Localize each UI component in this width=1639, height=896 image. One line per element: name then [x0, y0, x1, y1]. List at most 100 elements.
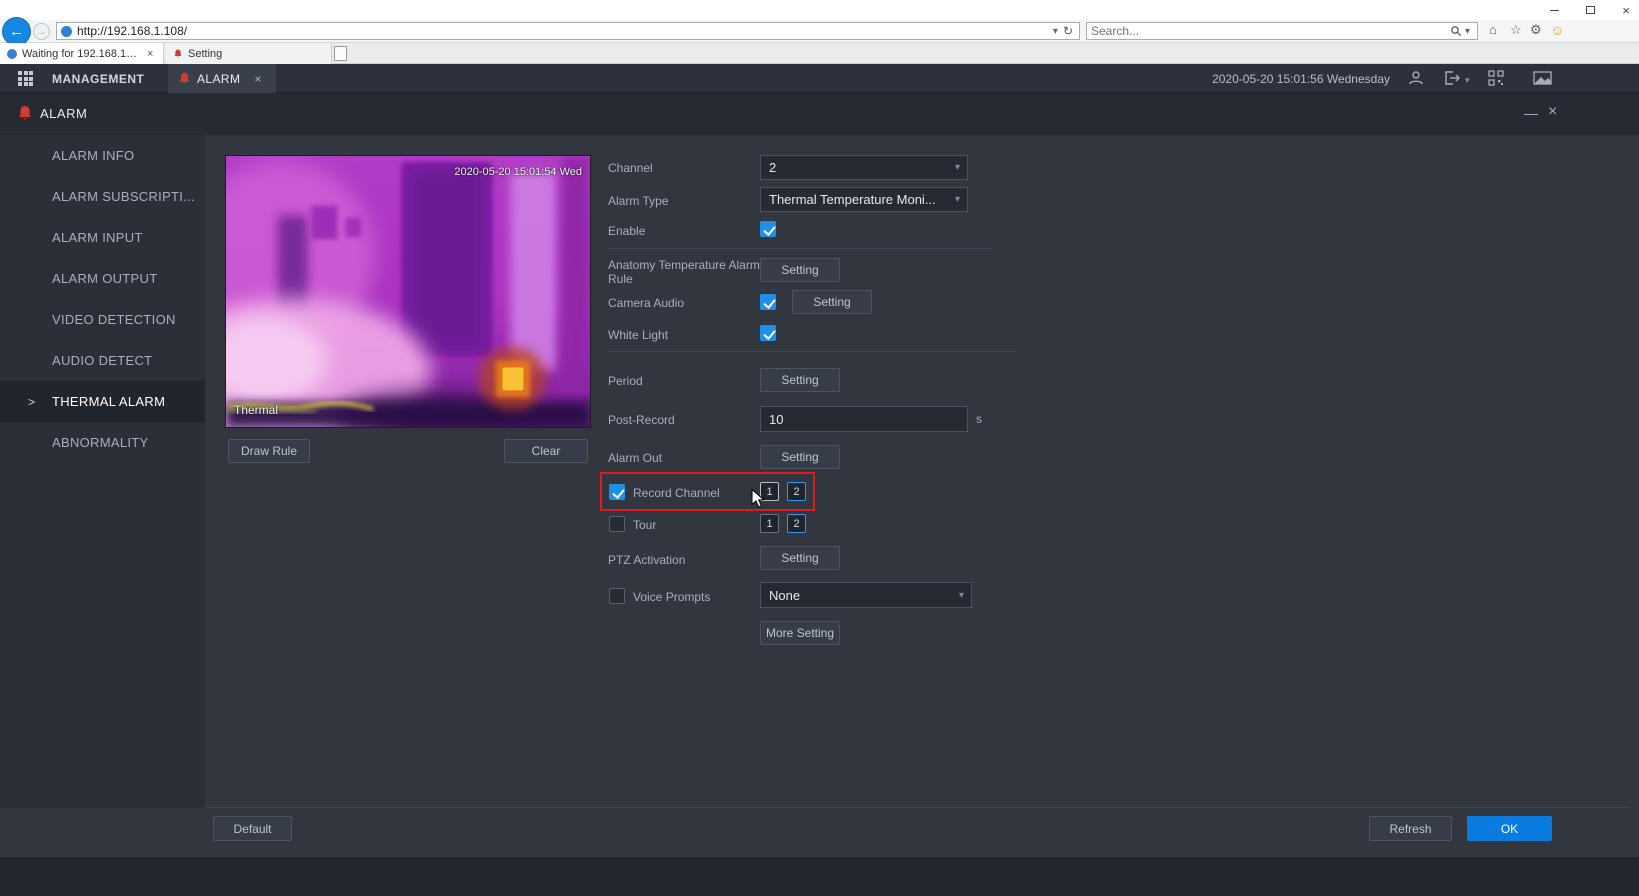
clear-button[interactable]: Clear [504, 439, 588, 463]
sidebar-item-alarm-output[interactable]: ALARM OUTPUT [0, 258, 205, 299]
management-menu[interactable]: MANAGEMENT [52, 72, 144, 86]
window-minimize-button[interactable] [1547, 3, 1561, 17]
post-record-input[interactable] [760, 406, 968, 432]
alarm-window-content: ALARM INFO ALARM SUBSCRIPTI... ALARM INP… [0, 135, 1639, 857]
record-channel-1-button[interactable]: 1 [760, 482, 779, 501]
restore-icon [1586, 6, 1595, 14]
settings-gear-icon[interactable]: ⚙ [1530, 22, 1542, 38]
sidebar: ALARM INFO ALARM SUBSCRIPTI... ALARM INP… [0, 135, 205, 808]
camera-audio-setting-button[interactable]: Setting [792, 290, 872, 314]
search-box[interactable]: ▾ [1086, 22, 1478, 40]
more-setting-button[interactable]: More Setting [760, 621, 840, 645]
alarm-bell-icon [178, 72, 191, 86]
apps-grid-icon[interactable] [18, 71, 33, 86]
white-light-label: White Light [608, 328, 668, 342]
back-button[interactable]: ← [3, 18, 30, 45]
period-label: Period [608, 374, 643, 388]
user-icon[interactable] [1408, 70, 1424, 86]
page-background [0, 857, 1639, 896]
search-input[interactable] [1091, 24, 1450, 38]
anatomy-rule-label: Anatomy Temperature Alarm Rule [608, 258, 760, 286]
sidebar-item-alarm-info[interactable]: ALARM INFO [0, 135, 205, 176]
voice-prompts-select[interactable]: None ▾ [760, 582, 972, 608]
sidebar-item-abnormality[interactable]: ABNORMALITY [0, 422, 205, 463]
white-light-checkbox[interactable] [760, 325, 776, 341]
logout-icon[interactable] [1444, 70, 1461, 86]
search-dropdown-icon[interactable]: ▾ [1462, 26, 1473, 37]
forward-button[interactable]: → [33, 23, 50, 40]
alarm-minimize-icon[interactable]: — [1524, 105, 1538, 121]
camera-audio-checkbox[interactable] [760, 294, 776, 310]
refresh-icon[interactable]: ↻ [1061, 24, 1075, 38]
tab-alarm[interactable]: ALARM × [168, 64, 276, 93]
record-channel-2-button[interactable]: 2 [787, 482, 806, 501]
home-icon[interactable]: ⌂ [1489, 22, 1497, 37]
post-record-unit: s [976, 412, 982, 426]
sidebar-item-alarm-input[interactable]: ALARM INPUT [0, 217, 205, 258]
refresh-button[interactable]: Refresh [1369, 816, 1452, 841]
new-tab-button[interactable] [334, 46, 347, 61]
sidebar-item-label: VIDEO DETECTION [52, 312, 176, 327]
divider [608, 248, 992, 249]
browser-tab-label: Waiting for 192.168.1.108 [22, 48, 140, 60]
sidebar-item-label: ALARM INFO [52, 148, 134, 163]
window-close-button[interactable]: × [1619, 3, 1633, 17]
tab-alarm-close-icon[interactable]: × [254, 72, 261, 86]
header-datetime: 2020-05-20 15:01:56 Wednesday [1212, 72, 1390, 86]
ptz-activation-setting-button[interactable]: Setting [760, 546, 840, 570]
url-input[interactable] [77, 24, 1050, 38]
feedback-smiley-icon[interactable]: ☺ [1550, 22, 1564, 38]
tab-favicon [7, 49, 17, 59]
forward-arrow-icon: → [36, 26, 47, 38]
sidebar-item-label: THERMAL ALARM [52, 394, 165, 409]
record-channel-label: Record Channel [633, 486, 720, 500]
browser-tab-setting[interactable]: Setting [166, 43, 332, 64]
draw-rule-button[interactable]: Draw Rule [228, 439, 310, 463]
back-arrow-icon: ← [9, 23, 24, 40]
chevron-down-icon: ▾ [959, 590, 964, 601]
search-icon[interactable] [1450, 25, 1462, 37]
url-dropdown-icon[interactable]: ▾ [1050, 26, 1061, 37]
footer-divider [205, 807, 1631, 808]
enable-checkbox[interactable] [760, 221, 776, 237]
record-channel-checkbox[interactable] [609, 484, 625, 500]
logout-dropdown-icon[interactable]: ▾ [1465, 75, 1470, 86]
alarm-out-setting-button[interactable]: Setting [760, 445, 840, 469]
tour-2-button[interactable]: 2 [787, 514, 806, 533]
window-title: ALARM [40, 106, 87, 121]
tour-checkbox[interactable] [609, 516, 625, 532]
post-record-label: Post-Record [608, 413, 675, 427]
alarm-close-icon[interactable]: × [1548, 103, 1557, 121]
address-bar[interactable]: ▾ ↻ [56, 22, 1080, 40]
period-setting-button[interactable]: Setting [760, 368, 840, 392]
alarm-window-titlebar: ALARM — × [0, 93, 1639, 135]
favorites-star-icon[interactable]: ☆ [1510, 22, 1522, 38]
window-restore-button[interactable] [1583, 3, 1597, 17]
sidebar-item-label: AUDIO DETECT [52, 353, 152, 368]
alarm-type-select[interactable]: Thermal Temperature Moni... ▾ [760, 187, 968, 212]
anatomy-rule-setting-button[interactable]: Setting [760, 258, 840, 282]
browser-titlebar: × [0, 0, 1639, 20]
thermal-image [226, 156, 590, 427]
browser-tab-waiting[interactable]: Waiting for 192.168.1.108 × [0, 43, 164, 64]
chevron-right-icon: > [28, 395, 35, 409]
display-preview-icon[interactable] [1533, 70, 1552, 86]
camera-audio-label: Camera Audio [608, 296, 684, 310]
sidebar-item-alarm-subscription[interactable]: ALARM SUBSCRIPTI... [0, 176, 205, 217]
ok-button[interactable]: OK [1467, 816, 1552, 841]
channel-label: Channel [608, 161, 653, 175]
tab-close-icon[interactable]: × [147, 48, 153, 60]
channel-select[interactable]: 2 ▾ [760, 155, 968, 180]
enable-label: Enable [608, 224, 645, 238]
thermal-video-preview[interactable]: 2020-05-20 15:01:54 Wed Thermal [225, 155, 591, 428]
sidebar-item-audio-detect[interactable]: AUDIO DETECT [0, 340, 205, 381]
alarm-bell-favicon [173, 49, 183, 59]
sidebar-item-thermal-alarm[interactable]: > THERMAL ALARM [0, 381, 205, 422]
qr-code-icon[interactable] [1488, 70, 1504, 86]
voice-prompts-checkbox[interactable] [609, 588, 625, 604]
tour-label: Tour [633, 518, 656, 532]
alarm-out-label: Alarm Out [608, 451, 662, 465]
default-button[interactable]: Default [213, 816, 292, 841]
tour-1-button[interactable]: 1 [760, 514, 779, 533]
sidebar-item-video-detection[interactable]: VIDEO DETECTION [0, 299, 205, 340]
